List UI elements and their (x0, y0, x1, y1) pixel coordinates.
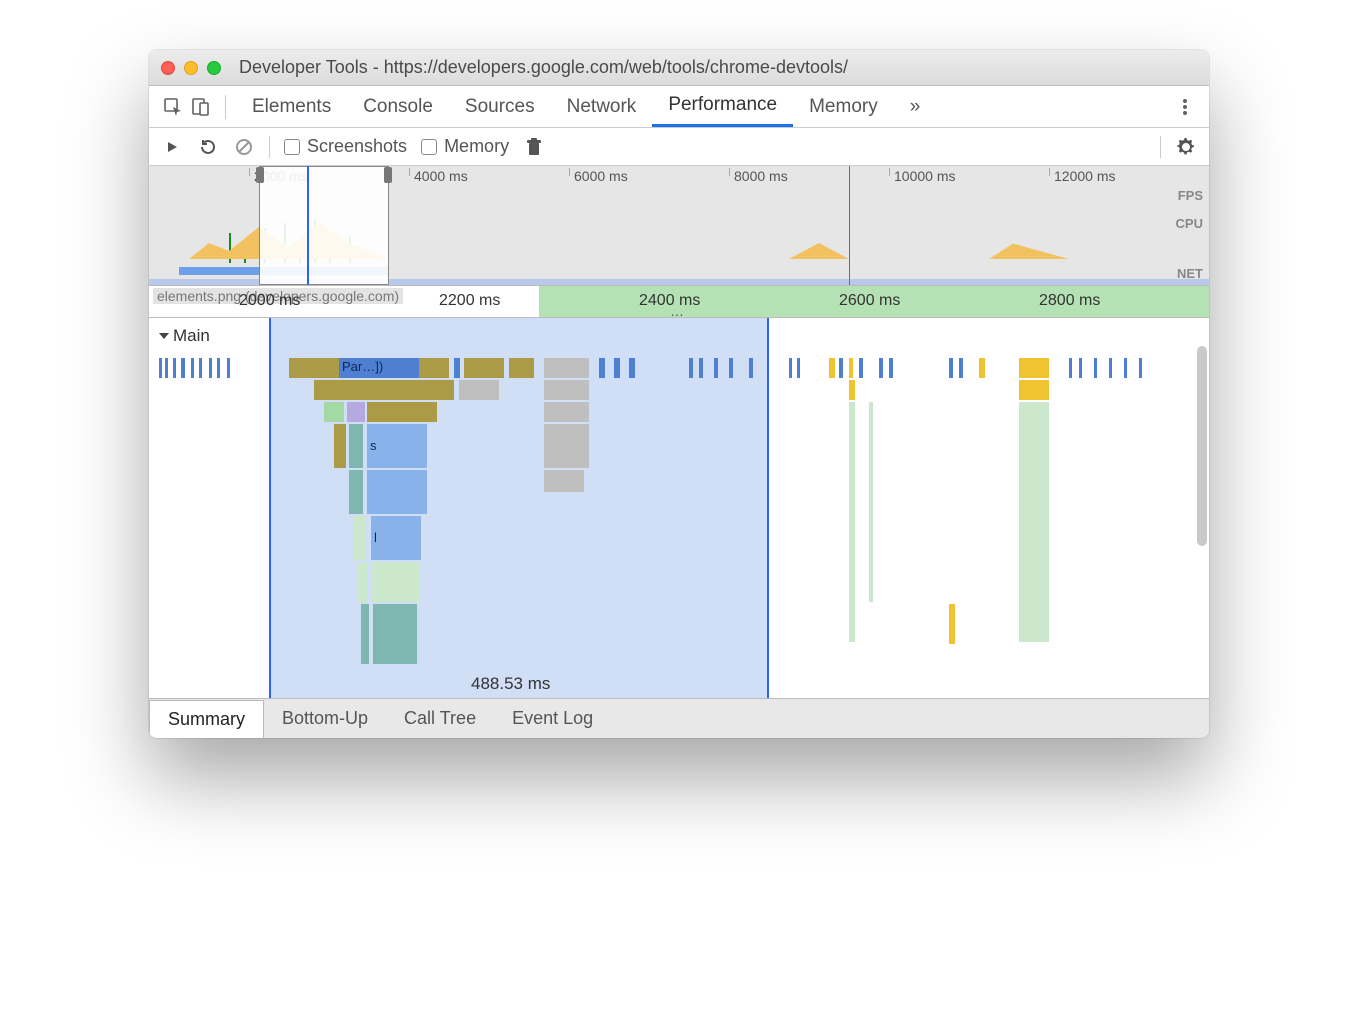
settings-icon[interactable] (1175, 136, 1197, 158)
checkbox-label: Memory (444, 136, 509, 157)
disclosure-triangle-icon (159, 333, 169, 339)
task-row: Par…]) (149, 358, 1209, 378)
tab-performance[interactable]: Performance (652, 86, 793, 127)
kebab-menu-icon[interactable] (1171, 93, 1199, 121)
window-title: Developer Tools - https://developers.goo… (239, 57, 1197, 78)
playhead-line (307, 166, 309, 285)
tab-label: Summary (168, 709, 245, 730)
load-event-line (849, 166, 850, 285)
tab-memory[interactable]: Memory (793, 86, 894, 127)
flame-scrollbar[interactable] (1197, 346, 1207, 546)
tab-label: Memory (809, 96, 878, 118)
tick-label: 6000 ms (574, 168, 628, 184)
tab-label: Sources (465, 96, 535, 118)
close-icon[interactable] (161, 61, 175, 75)
tick-label: 4000 ms (414, 168, 468, 184)
perf-toolbar: Screenshots Memory (149, 128, 1209, 166)
selection-duration: 488.53 ms (471, 674, 550, 694)
overview-timeline[interactable]: 2000 ms 4000 ms 6000 ms 8000 ms 10000 ms… (149, 166, 1209, 286)
tab-event-log[interactable]: Event Log (494, 699, 611, 738)
ruler-tick: 2000 ms (239, 292, 300, 310)
record-icon[interactable] (161, 136, 183, 158)
separator (269, 136, 270, 158)
garbage-collect-icon[interactable] (523, 136, 545, 158)
memory-checkbox[interactable]: Memory (421, 136, 509, 157)
tab-label: Event Log (512, 708, 593, 729)
tab-call-tree[interactable]: Call Tree (386, 699, 494, 738)
details-tabs: Summary Bottom-Up Call Tree Event Log (149, 698, 1209, 738)
checkbox-label: Screenshots (307, 136, 407, 157)
tab-sources[interactable]: Sources (449, 86, 551, 127)
checkbox-icon (284, 139, 300, 155)
tab-label: Network (567, 96, 637, 118)
cpu-label: CPU (1176, 216, 1203, 231)
track-label: Main (173, 326, 210, 346)
titlebar: Developer Tools - https://developers.goo… (149, 50, 1209, 86)
tabs-overflow[interactable]: » (894, 86, 937, 127)
bar-label: l (374, 530, 377, 545)
tab-label: Performance (668, 94, 777, 116)
cpu-area (989, 237, 1069, 259)
overflow-label: » (910, 96, 921, 118)
clear-icon[interactable] (233, 136, 255, 158)
fps-label: FPS (1178, 188, 1203, 203)
tab-label: Bottom-Up (282, 708, 368, 729)
ruler-tick: 2200 ms (439, 292, 500, 310)
tab-network[interactable]: Network (551, 86, 653, 127)
tab-label: Console (363, 96, 433, 118)
tab-console[interactable]: Console (347, 86, 449, 127)
bar-label: Par…]) (342, 359, 383, 374)
detail-ruler[interactable]: elements.png (developers.google.com) 200… (149, 286, 1209, 318)
tick-label: 12000 ms (1054, 168, 1115, 184)
screenshots-checkbox[interactable]: Screenshots (284, 136, 407, 157)
tab-summary[interactable]: Summary (149, 700, 264, 739)
ruler-ellipsis: … (670, 303, 688, 319)
flame-chart[interactable]: Main 488.53 ms Par…]) (149, 318, 1209, 698)
separator (1160, 136, 1161, 158)
minimize-icon[interactable] (184, 61, 198, 75)
tick-label: 8000 ms (734, 168, 788, 184)
selection-handle-left[interactable] (256, 167, 264, 183)
overview-selection[interactable] (259, 166, 389, 285)
main-track-header[interactable]: Main (161, 326, 210, 346)
checkbox-icon (421, 139, 437, 155)
tick-label: 10000 ms (894, 168, 955, 184)
separator (225, 95, 226, 119)
devtools-window: Developer Tools - https://developers.goo… (149, 50, 1209, 738)
reload-icon[interactable] (197, 136, 219, 158)
tab-bottom-up[interactable]: Bottom-Up (264, 699, 386, 738)
tab-label: Call Tree (404, 708, 476, 729)
bar-label: s (370, 438, 377, 453)
device-toolbar-icon[interactable] (187, 93, 215, 121)
tab-label: Elements (252, 96, 331, 118)
tab-elements[interactable]: Elements (236, 86, 347, 127)
inspect-element-icon[interactable] (159, 93, 187, 121)
selection-handle-right[interactable] (384, 167, 392, 183)
panel-tabs: Elements Console Sources Network Perform… (149, 86, 1209, 128)
ruler-tick: 2800 ms (1039, 292, 1100, 310)
cpu-area (789, 239, 849, 259)
window-controls (161, 61, 221, 75)
zoom-icon[interactable] (207, 61, 221, 75)
ruler-tick: 2600 ms (839, 292, 900, 310)
